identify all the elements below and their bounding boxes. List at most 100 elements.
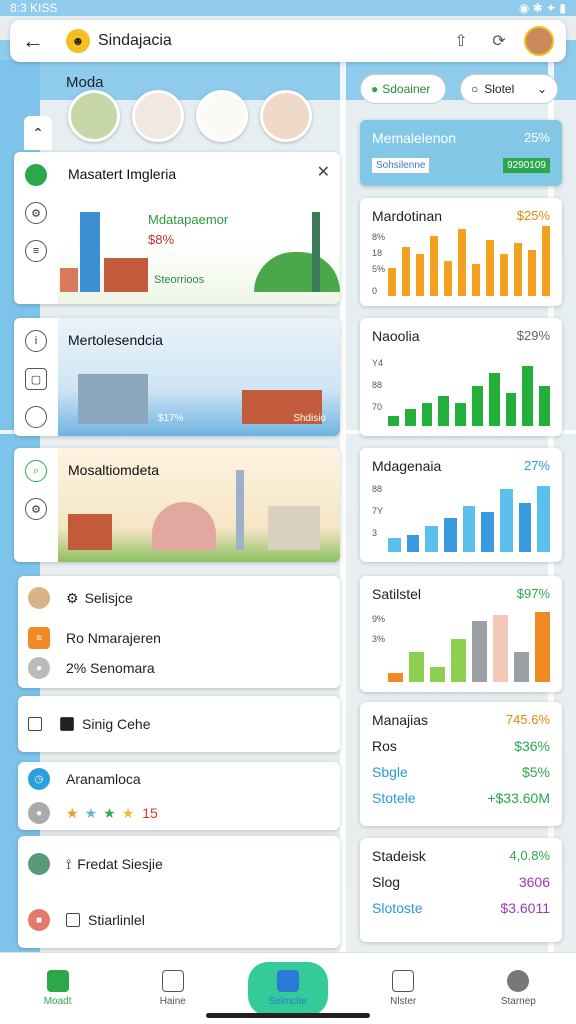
rating-stars-icon: ★ [66, 804, 79, 821]
card-title: Mosaltiomdeta [68, 462, 160, 478]
dome-shape [152, 502, 216, 550]
profile-icon [507, 970, 530, 992]
story-avatar[interactable] [260, 90, 312, 142]
overlay-sub: Steorrioos [154, 274, 205, 286]
refresh-icon[interactable]: ⟳ [484, 26, 514, 56]
nav-item-time[interactable]: Haine [133, 970, 213, 1007]
chart-bar [402, 247, 410, 296]
bar-chart [388, 486, 551, 552]
list-item-label: 2% Senomara [66, 660, 155, 676]
tick-label: 8% [372, 232, 386, 242]
chart-value: $97% [516, 586, 550, 601]
avatar [28, 853, 50, 875]
list-item[interactable]: ◷ Aranamloca [18, 762, 340, 796]
chart-bar [471, 386, 483, 426]
chart-bar [493, 615, 508, 682]
chart-card[interactable]: Naoolia $29% Y4 88 70 [360, 318, 562, 436]
list-item[interactable]: ⚙ Selisjce [18, 576, 340, 620]
avatar[interactable] [524, 26, 554, 56]
building-shape [60, 268, 78, 292]
list-item[interactable]: ● ★ ★ ★ ★ 15 [18, 796, 340, 830]
chart-card[interactable]: Mdagenaia 27% 88 7Y 3 [360, 448, 562, 562]
chart-card[interactable]: Satilstel $97% 9% 3% [360, 576, 562, 692]
list-item[interactable]: Sinig Cehe [18, 696, 340, 752]
stats-card[interactable]: Stadeisk 4,0.8% Slog 3606 Slotoste $3.6011 [360, 838, 562, 942]
chart-bar [406, 535, 420, 552]
overlay-value: $8% [148, 232, 175, 247]
story-avatar[interactable] [196, 90, 248, 142]
circle-icon[interactable] [25, 406, 47, 428]
nav-item-selected[interactable]: Selmclar [247, 961, 328, 1016]
chart-bar [522, 366, 534, 426]
list-item-label: Selisjce [84, 590, 133, 606]
share-icon[interactable]: ⇧ [446, 26, 476, 56]
chart-bar [409, 652, 424, 682]
badge-right: Shdisio [293, 413, 326, 424]
stats-card[interactable]: Manajias 745.6% Ros $36% Sbgle $5% Stotele +… [360, 702, 562, 826]
tower-shape [236, 470, 244, 550]
tick-label: 0 [372, 286, 378, 296]
circle-icon: ○ [471, 82, 479, 96]
chart-card[interactable]: Mardotinan $25% 8% 18 5% 0 [360, 198, 562, 306]
rating-value: 15 [142, 805, 158, 821]
card-rail: ⚙ ≡ [14, 152, 58, 304]
collapse-tab-icon[interactable]: ⌃ [24, 116, 52, 150]
list-card: Sinig Cehe [18, 696, 340, 752]
back-arrow-icon[interactable]: ← [22, 28, 52, 54]
chart-bar [488, 373, 500, 426]
list-item[interactable]: ● 2% Senomara [18, 656, 340, 680]
stat-value: 3606 [518, 874, 550, 890]
top-search-bar[interactable]: ← ☻ Sindajacia ⇧ ⟳ [10, 20, 566, 62]
bag-icon[interactable]: ▢ [25, 368, 47, 390]
tick-label: 7Y [372, 506, 384, 516]
list-item[interactable]: ■ Stiarlinlel [18, 892, 340, 948]
banner-sub: Sohsilenne [372, 158, 430, 173]
nav-item-list[interactable]: Nlster [363, 970, 443, 1007]
stats-title: Manajias [372, 712, 429, 728]
app-title: Sindajacia [98, 32, 172, 49]
list-icon [392, 970, 415, 992]
chart-bar [430, 236, 438, 296]
card-rail: ⌕ ⚙ [14, 448, 58, 562]
chart-bar [500, 254, 508, 296]
settings-icon[interactable]: ⚙ [25, 202, 47, 224]
section-label: Moda [66, 74, 104, 91]
place-card[interactable]: i ▢ Mertolesendcia $17% Shdisio [14, 318, 340, 436]
nav-item-settings[interactable]: Starnep [478, 970, 558, 1007]
star-icon: ★ [84, 804, 98, 821]
filter-chip[interactable]: ● Sdoainer [360, 74, 446, 104]
list-item[interactable]: ⟟ Fredat Siesjie [18, 836, 340, 892]
chart-bar [416, 254, 424, 296]
search-icon[interactable]: ⌕ [25, 460, 47, 482]
skyline-shape [78, 374, 148, 424]
chart-bar [425, 526, 439, 552]
place-card[interactable]: ⚙ ≡ Masatert Imgleria ✕ Mdatapaemor $8% … [14, 152, 340, 304]
home-icon [46, 970, 69, 992]
story-avatar[interactable] [132, 90, 184, 142]
summary-banner[interactable]: Memalelenon 25% Sohsilenne 9290109 [360, 120, 562, 186]
tag-icon: ■ [28, 909, 50, 931]
list-item[interactable]: ≡ Ro Nmarajeren [18, 620, 340, 656]
status-time: 8:3 KISS [10, 1, 58, 15]
story-avatar[interactable] [68, 90, 120, 142]
bar-chart [388, 366, 550, 426]
overlay-title: Mdatapaemor [148, 212, 229, 227]
coin-icon: ● [28, 802, 50, 824]
stat-label: Slotoste [372, 900, 423, 916]
close-icon[interactable]: ✕ [317, 162, 330, 182]
chart-bar [505, 393, 517, 426]
list-item-label: Sinig Cehe [82, 716, 151, 732]
list-item-label: Stiarlinlel [88, 912, 145, 928]
nav-item-home[interactable]: Moadt [18, 970, 98, 1007]
location-icon[interactable] [25, 164, 47, 186]
chart-bar [539, 386, 550, 426]
info-icon[interactable]: i [25, 330, 47, 352]
filter-dropdown[interactable]: ○ Slotel ⌄ [460, 74, 558, 104]
pin-icon: ⟟ [66, 855, 72, 872]
chart-bar [421, 403, 433, 426]
chart-bar [444, 261, 452, 296]
place-card[interactable]: ⌕ ⚙ Mosaltiomdeta [14, 448, 340, 562]
list-card: ◷ Aranamloca ● ★ ★ ★ ★ 15 [18, 762, 340, 830]
layers-icon[interactable]: ≡ [25, 240, 47, 262]
settings-icon[interactable]: ⚙ [25, 498, 47, 520]
